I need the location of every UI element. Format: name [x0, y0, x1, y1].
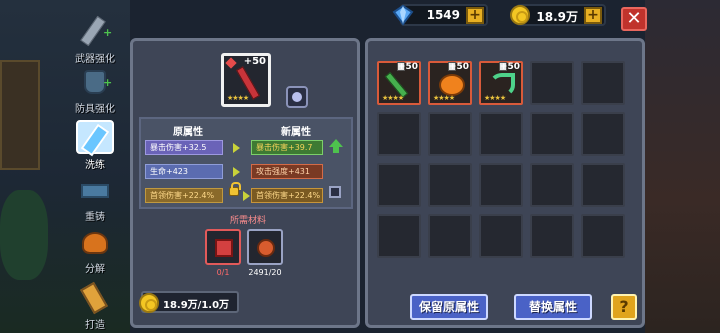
menu-label: 洗练 [85, 160, 105, 171]
item-level: +50 [448, 62, 469, 72]
menu-recast[interactable]: 重铸 [62, 172, 128, 223]
plus-icon: + [103, 76, 113, 89]
help-button[interactable]: ? [611, 294, 637, 320]
inventory-slot[interactable] [479, 163, 523, 207]
inventory-slot[interactable] [581, 61, 625, 105]
menu-label: 分解 [85, 264, 105, 275]
close-button[interactable]: ✕ [621, 7, 647, 31]
arrow-right-icon [233, 143, 240, 153]
gold-coin-icon [510, 5, 530, 25]
keep-attributes-button[interactable]: 保留原属性 [410, 294, 488, 320]
inventory-slot[interactable]: +50 ★★★★ [479, 61, 523, 105]
diamond-icon [392, 4, 414, 26]
new-attributes-header: 新属性 [281, 127, 311, 138]
item-stars: ★★★★ [433, 94, 455, 102]
inventory-slot[interactable] [530, 112, 574, 156]
material-slot[interactable] [205, 229, 241, 265]
menu-label: 打造 [85, 320, 105, 331]
cauldron-icon [82, 232, 108, 254]
old-attribute-row: 首领伤害+22.4% [145, 188, 223, 203]
new-attribute-row: 暴击伤害+39.7 [251, 140, 323, 155]
old-attribute-row: 暴击伤害+32.5 [145, 140, 223, 155]
inventory-slot[interactable] [428, 163, 472, 207]
inventory-slot[interactable] [530, 61, 574, 105]
inventory-slot[interactable] [479, 112, 523, 156]
refine-wand-icon [80, 123, 110, 157]
menu-refine[interactable]: 洗练 [62, 120, 128, 171]
lock-icon [229, 182, 241, 196]
inventory-slot[interactable] [377, 112, 421, 156]
add-gems-button[interactable]: + [466, 7, 484, 24]
menu-label: 重铸 [85, 212, 105, 223]
menu-label: 武器强化 [75, 54, 115, 65]
menu-forge[interactable]: 打造 [62, 280, 128, 331]
plus-icon: + [103, 26, 113, 39]
inventory-slot[interactable] [530, 163, 574, 207]
gem-amount: 1549 [426, 8, 460, 22]
inventory-panel: +50 ★★★★ +50 ★★★★ +50 ★★★★ 保留原属性 替换属性 ? [365, 38, 645, 328]
item-level: +50 [243, 56, 266, 67]
gold-cost: 18.9万/1.0万 [139, 291, 239, 313]
add-gold-button[interactable]: + [584, 7, 602, 24]
old-attribute-row: 生命+423 [145, 164, 223, 179]
orange-stone-icon [257, 239, 275, 257]
gold-counter: 18.9万 + [510, 4, 606, 26]
lock-attribute-toggle[interactable] [329, 186, 341, 198]
arrow-right-icon [233, 167, 240, 177]
red-gem-icon [225, 57, 237, 69]
inventory-slot[interactable] [479, 214, 523, 258]
item-level: +50 [499, 62, 520, 72]
refine-panel: +50 ★★★★ 原属性 新属性 暴击伤害+32.5 生命+423 首领伤害+2… [130, 38, 360, 328]
inventory-slot[interactable]: +50 ★★★★ [428, 61, 472, 105]
increase-arrow-icon [329, 139, 343, 153]
inventory-slot[interactable] [377, 163, 421, 207]
anvil-icon [81, 184, 109, 198]
item-stars: ★★★★ [382, 94, 404, 102]
inventory-slot[interactable] [377, 214, 421, 258]
sword-icon [80, 15, 106, 47]
material-count: 0/1 [216, 268, 230, 277]
inventory-slot[interactable] [581, 214, 625, 258]
hammer-icon [80, 281, 108, 315]
inventory-slot[interactable] [581, 163, 625, 207]
inventory-slot[interactable] [581, 112, 625, 156]
old-attributes-header: 原属性 [173, 127, 203, 138]
pumpkin-icon [439, 74, 465, 96]
materials-title: 所需材料 [229, 216, 266, 226]
gold-cost-value: 18.9万/1.0万 [163, 300, 230, 311]
menu-armor-upgrade[interactable]: + 防具强化 [62, 64, 128, 115]
inventory-slot[interactable]: +50 ★★★★ [377, 61, 421, 105]
menu-label: 防具强化 [75, 104, 115, 115]
menu-decompose[interactable]: 分解 [62, 224, 128, 275]
arrow-right-icon [243, 191, 250, 201]
red-scroll-icon [215, 239, 233, 257]
item-stars: ★★★★ [484, 94, 506, 102]
gold-coin-icon [139, 293, 159, 313]
background-wall [0, 60, 40, 170]
gem-counter: 1549 + [392, 4, 488, 26]
inventory-slot[interactable] [428, 112, 472, 156]
new-attribute-row: 首领伤害+22.4% [251, 188, 323, 203]
menu-weapon-upgrade[interactable]: + 武器强化 [62, 14, 128, 65]
item-info-button[interactable] [286, 86, 308, 108]
background-bush [0, 190, 48, 280]
gold-amount: 18.9万 [536, 10, 578, 24]
background-scene-right [645, 0, 720, 333]
item-stars: ★★★★ [227, 94, 249, 102]
inventory-slot[interactable] [530, 214, 574, 258]
inventory-slot[interactable] [428, 214, 472, 258]
material-count: 2491/20 [248, 268, 282, 277]
target-item-slot[interactable]: +50 ★★★★ [221, 53, 271, 107]
replace-attributes-button[interactable]: 替换属性 [514, 294, 592, 320]
material-slot[interactable] [247, 229, 283, 265]
item-level: +50 [397, 62, 418, 72]
new-attribute-row: 攻击强度+431 [251, 164, 323, 179]
